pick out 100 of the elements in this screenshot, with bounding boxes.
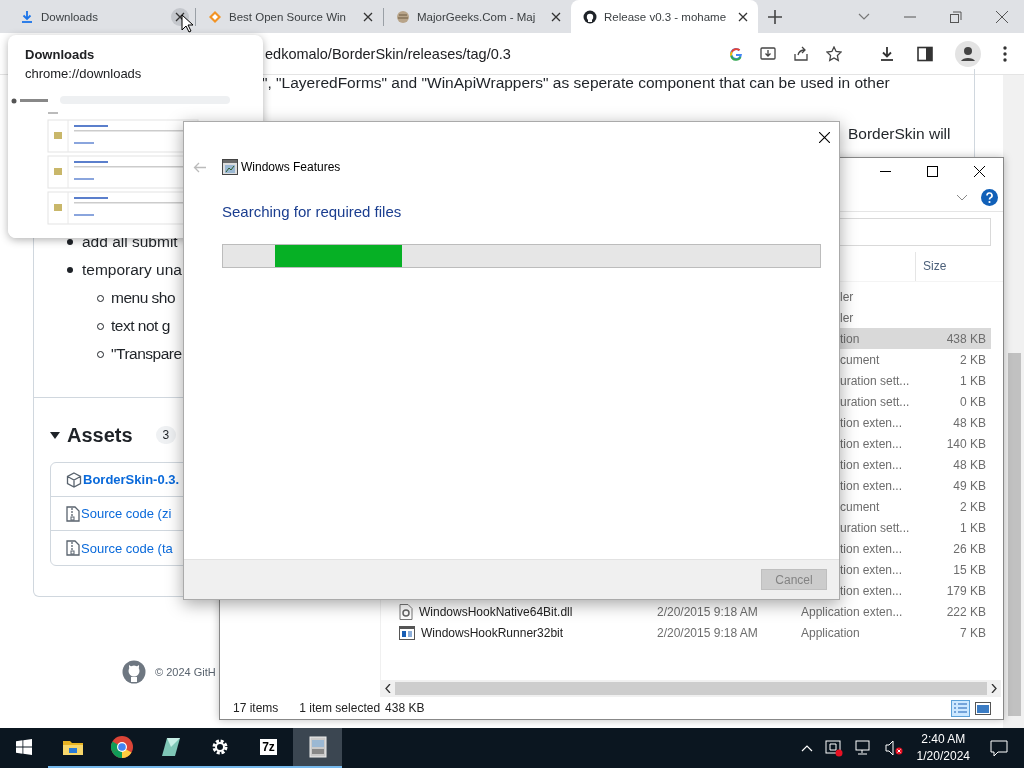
speaker-muted-icon[interactable] — [884, 740, 903, 756]
column-header[interactable]: Size — [915, 252, 992, 281]
status-heading: Searching for required files — [221, 202, 403, 222]
size-cell-text: 2 KB — [959, 499, 987, 514]
list-item-text: text not g — [111, 317, 170, 335]
type-cell-text: Application exten... — [801, 604, 904, 619]
gear-file-icon — [399, 603, 413, 620]
type-cell-text: uration sett... — [839, 394, 911, 409]
zip-file-icon — [66, 540, 80, 556]
chevron-down-icon[interactable] — [858, 12, 870, 21]
type-cell-text: tion — [839, 331, 861, 346]
preview-view-icon[interactable] — [975, 701, 991, 715]
date-cell-text: 2/20/2015 9:18 AM — [657, 604, 759, 619]
type-cell-text: cument — [839, 352, 881, 367]
dialog-title: Windows Features — [241, 160, 341, 174]
gear-icon — [210, 738, 229, 756]
size-cell-text: 15 KB — [952, 562, 987, 577]
scrollbar[interactable] — [1003, 75, 1024, 728]
asset-link[interactable]: Source code (ta — [81, 540, 173, 556]
size-cell-text: 222 KB — [945, 604, 987, 619]
details-view-icon[interactable] — [951, 699, 970, 717]
maximize-icon[interactable] — [927, 165, 938, 177]
size-cell-text: 1 KB — [959, 520, 987, 535]
close-icon[interactable] — [819, 131, 830, 143]
size-cell-text: 26 KB — [952, 541, 987, 556]
minimize-icon[interactable] — [880, 170, 891, 172]
side-panel-icon[interactable] — [917, 45, 933, 62]
type-cell-text: ler — [839, 289, 855, 304]
list-item-text: temporary una — [82, 261, 182, 279]
date-cell-text: 2/20/2015 9:18 AM — [657, 625, 759, 640]
close-icon — [363, 11, 373, 22]
close-icon — [738, 11, 748, 22]
status-text: 438 KB — [385, 701, 425, 715]
size-cell-text: 7 KB — [959, 625, 987, 640]
size-cell-text: 0 KB — [959, 394, 987, 409]
horizontal-scrollbar[interactable] — [381, 680, 1001, 697]
sync-error-icon[interactable] — [824, 739, 843, 757]
type-cell-text: tion exten... — [839, 436, 904, 451]
bullet-icon — [67, 239, 73, 245]
taskbar-button[interactable] — [293, 728, 342, 768]
star-icon[interactable] — [826, 45, 842, 62]
scroll-right-icon — [991, 684, 997, 693]
size-cell-text: 49 KB — [952, 478, 987, 493]
close-icon — [175, 11, 185, 22]
zip-file-icon — [66, 505, 80, 522]
folder-icon — [62, 739, 83, 755]
browser-tab[interactable]: MajorGeeks.Com - Maj — [384, 0, 571, 33]
clock[interactable]: 2:40 AM 1/20/2024 — [916, 731, 970, 765]
globe-icon — [396, 9, 410, 24]
browser-tab[interactable]: Best Open Source Win — [196, 0, 383, 33]
share-icon[interactable] — [793, 45, 809, 62]
bullet-icon — [67, 267, 73, 273]
status-text: 1 item selected — [299, 701, 381, 715]
type-cell-text: uration sett... — [839, 373, 911, 388]
close-icon[interactable] — [974, 165, 985, 177]
profile-icon[interactable] — [955, 40, 981, 67]
paragraph-text: BorderSkin will — [848, 125, 951, 143]
type-cell-text: Application — [801, 625, 861, 640]
type-cell-text: tion exten... — [839, 541, 904, 556]
asset-link[interactable]: Source code (zi — [81, 506, 172, 521]
count-badge: 3 — [155, 426, 177, 444]
window-icon — [399, 625, 415, 640]
asset-link[interactable]: BorderSkin-0.3. — [83, 472, 180, 487]
hover-card-title: Downloads — [24, 46, 96, 64]
menu-icon[interactable] — [1003, 45, 1007, 62]
chevron-down-icon[interactable] — [957, 194, 967, 201]
hover-card-url: chrome://downloads — [24, 65, 143, 83]
install-icon[interactable] — [760, 45, 776, 62]
colored-circle-icon — [110, 736, 133, 758]
g-logo-icon[interactable] — [729, 46, 743, 61]
new-tab-icon[interactable] — [768, 9, 782, 24]
paragraph-text: ", "LayeredForms" and "WinApiWrappers" as seperate component that can be used in other — [262, 74, 890, 92]
file-name: WindowsHookRunner32bit — [421, 625, 564, 640]
prism-icon — [160, 737, 181, 757]
type-cell-text: tion exten... — [839, 478, 904, 493]
assets-heading: Assets — [67, 423, 133, 447]
list-item-text: menu sho — [111, 289, 176, 307]
file-name: WindowsHookNative64Bit.dll — [419, 604, 573, 619]
caret-up-icon[interactable] — [800, 744, 813, 752]
restore-icon[interactable] — [950, 10, 962, 23]
notification-icon[interactable] — [990, 739, 1008, 757]
type-cell-text: ler — [839, 310, 855, 325]
browser-tab[interactable]: Release v0.3 - mohame — [571, 0, 758, 33]
help-icon[interactable] — [981, 189, 998, 206]
download-icon[interactable] — [879, 45, 895, 62]
status-text: 17 items — [233, 701, 279, 715]
size-cell-text: 2 KB — [959, 352, 987, 367]
footer-text: © 2024 GitH — [155, 666, 216, 678]
size-cell-text: 48 KB — [952, 457, 987, 472]
file-row[interactable]: WindowsHookRunner32bit 2/20/2015 9:18 AM Application 7 KB — [397, 622, 991, 643]
file-row[interactable]: WindowsHookNative64Bit.dll 2/20/2015 9:18 AM Application exten... 222 KB — [397, 601, 991, 622]
diamond-icon — [208, 9, 222, 24]
size-cell-text: 140 KB — [945, 436, 987, 451]
size-cell-text: 438 KB — [945, 331, 987, 346]
download-icon — [20, 9, 34, 24]
network-icon[interactable] — [854, 740, 873, 756]
close-icon — [551, 11, 561, 22]
disclosure-triangle-icon[interactable] — [50, 430, 60, 440]
size-cell-text: 1 KB — [959, 373, 987, 388]
list-item-text: "Transpare — [111, 345, 182, 363]
